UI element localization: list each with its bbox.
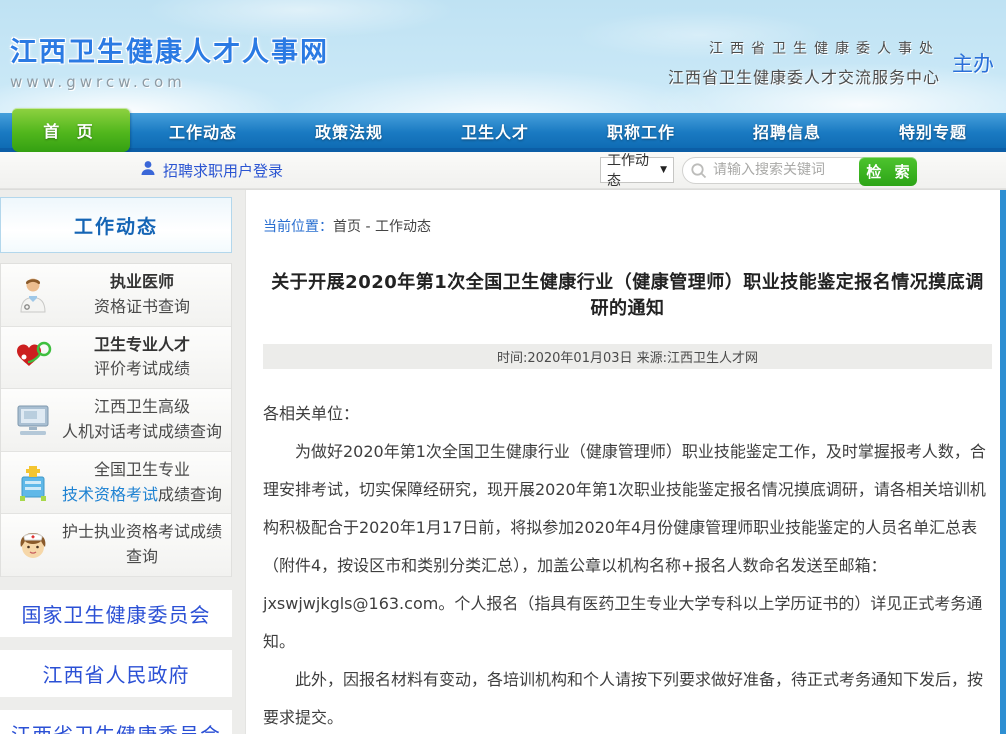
sidebar-item-label: 护士执业资格考试成绩查询 [59,520,225,570]
sidebar-item-nurse-exam-scores[interactable]: 护士执业资格考试成绩查询 [1,514,231,577]
link-jiangxi-government[interactable]: 江西省人民政府 [0,650,232,697]
search-category-value: 工作动态 [607,150,660,190]
nav-item-special-topics[interactable]: 特别专题 [860,113,1006,148]
breadcrumb: 当前位置：首页 - 工作动态 [263,216,992,236]
sidebar-item-health-professional-scores[interactable]: 卫生专业人才 评价考试成绩 [1,327,231,390]
sidebar-item-senior-exam-scores[interactable]: 江西卫生高级 人机对话考试成绩查询 [1,389,231,452]
sidebar-item-label: 卫生专业人才 评价考试成绩 [59,333,225,383]
sidebar-item-national-tech-exam-scores[interactable]: 全国卫生专业 技术资格考试成绩查询 [1,452,231,515]
login-label: 招聘求职用户登录 [163,160,283,181]
sidebar-tools: 执业医师 资格证书查询 卫生专业人才 [0,263,232,577]
link-jiangxi-health-commission[interactable]: 江西省卫生健康委员会 [0,710,232,734]
nav-item-recruitment[interactable]: 招聘信息 [714,113,860,148]
link-national-health-commission[interactable]: 国家卫生健康委员会 [0,590,232,637]
right-edge-strip [1000,190,1006,734]
nav-item-policies[interactable]: 政策法规 [276,113,422,148]
login-link[interactable]: 招聘求职用户登录 [140,160,283,181]
article-paragraph: 各相关单位： [263,395,992,433]
doctor-icon [7,276,59,314]
host-line1: 江西省卫生健康委人事处 [668,38,940,58]
search-icon [690,162,708,184]
search-box: 检 索 [682,157,916,184]
breadcrumb-path[interactable]: 首页 - 工作动态 [333,219,431,235]
article-paragraph: 此外，因报名材料有变动，各培训机构和个人请按下列要求做好准备，待正式考务通知下发… [263,661,992,734]
search-button[interactable]: 检 索 [859,157,917,186]
site-header: 江西卫生健康人才人事网 www.gwrcw.com 江西省卫生健康委人事处 江西… [0,0,1006,113]
user-icon [140,160,156,180]
host-organizations: 江西省卫生健康委人事处 江西省卫生健康委人才交流服务中心 [668,38,940,88]
breadcrumb-label: 当前位置： [263,219,333,235]
site-url: www.gwrcw.com [10,73,329,91]
sidebar-item-label: 全国卫生专业 技术资格考试成绩查询 [59,458,225,508]
sub-toolbar: 招聘求职用户登录 工作动态 ▼ 检 索 [0,152,1006,189]
hospital-icon [7,463,59,503]
main-panel: 当前位置：首页 - 工作动态 关于开展2020年第1次全国卫生健康行业（健康管理… [245,190,1006,734]
article-paragraph: 为做好2020年第1次全国卫生健康行业（健康管理师）职业技能鉴定工作，及时掌握报… [263,433,992,661]
search-input[interactable] [713,162,863,178]
article-body: 各相关单位：为做好2020年第1次全国卫生健康行业（健康管理师）职业技能鉴定工作… [263,395,992,734]
content-area: 工作动态 执业医师 资格证书查询 [0,189,1006,734]
nav-item-titles[interactable]: 职称工作 [568,113,714,148]
sidebar-item-label: 执业医师 资格证书查询 [59,270,225,320]
nurse-icon [7,529,59,561]
page: 江西卫生健康人才人事网 www.gwrcw.com 江西省卫生健康委人事处 江西… [0,0,1006,734]
nav-item-home[interactable]: 首 页 [12,108,130,152]
nav-item-health-talent[interactable]: 卫生人才 [422,113,568,148]
sidebar-section-title[interactable]: 工作动态 [0,197,232,253]
computer-icon [7,403,59,437]
page-title: 关于开展2020年第1次全国卫生健康行业（健康管理师）职业技能鉴定报名情况摸底调… [263,268,992,320]
search-category-select[interactable]: 工作动态 ▼ [600,157,674,183]
main-nav: 首 页 工作动态 政策法规 卫生人才 职称工作 招聘信息 特别专题 [0,113,1006,152]
nav-item-work-news[interactable]: 工作动态 [130,113,276,148]
search-group: 工作动态 ▼ 检 索 [600,157,916,184]
chevron-down-icon: ▼ [660,165,667,175]
site-logo[interactable]: 江西卫生健康人才人事网 www.gwrcw.com [10,30,329,91]
sidebar-item-label: 江西卫生高级 人机对话考试成绩查询 [59,395,225,445]
sidebar: 工作动态 执业医师 资格证书查询 [0,190,245,734]
host-line2: 江西省卫生健康委人才交流服务中心 [668,64,940,88]
heart-stethoscope-icon [7,339,59,375]
host-suffix: 主办 [952,48,994,78]
site-title: 江西卫生健康人才人事网 [10,30,329,69]
article-meta: 时间:2020年01月03日 来源:江西卫生人才网 [263,344,992,369]
sidebar-item-physician-cert-query[interactable]: 执业医师 资格证书查询 [1,264,231,327]
